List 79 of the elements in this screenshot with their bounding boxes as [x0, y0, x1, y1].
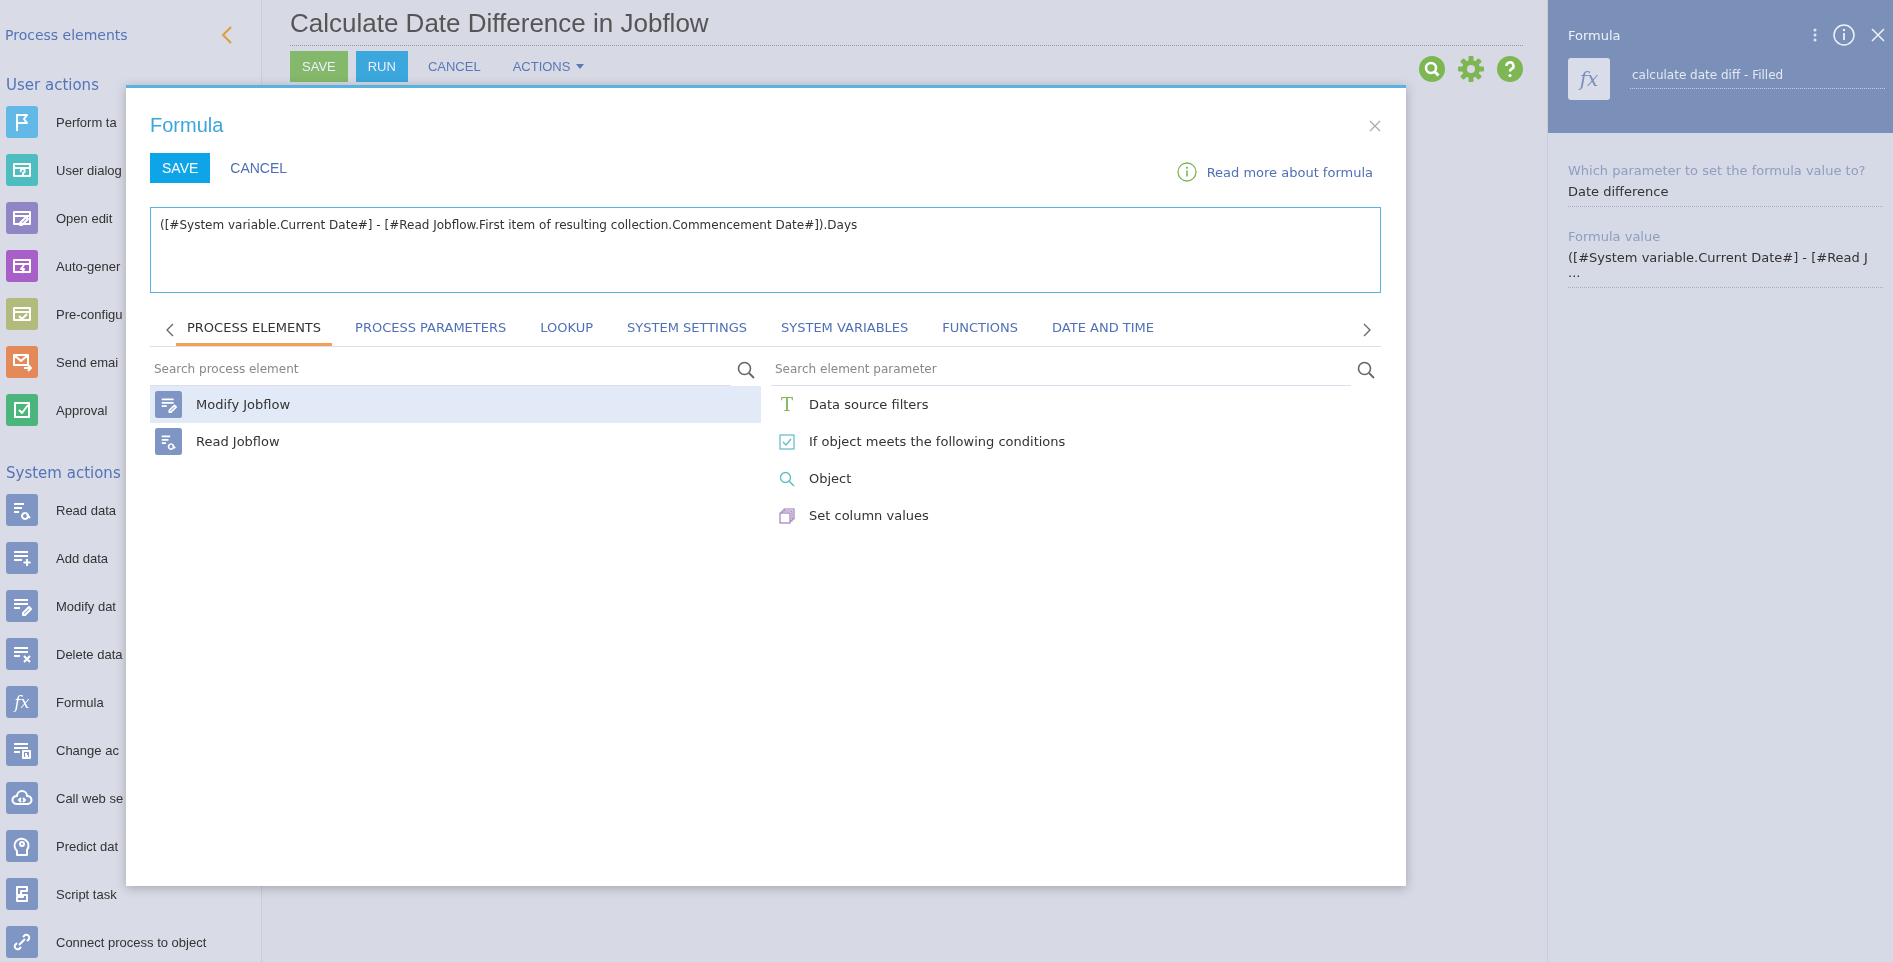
element-label[interactable]: Open edit [56, 210, 113, 226]
element-icon[interactable] [6, 202, 38, 234]
element-icon[interactable] [6, 878, 38, 910]
element-icon[interactable] [6, 250, 38, 282]
search-icon[interactable] [1357, 360, 1375, 379]
group-heading: System actions [5, 464, 122, 482]
element-label[interactable]: Read data [56, 502, 116, 518]
parameter-label[interactable]: If object meets the following conditions [809, 434, 1066, 449]
search-icon[interactable] [737, 360, 755, 379]
element-label[interactable]: Delete data [56, 646, 123, 662]
info-icon[interactable] [1833, 24, 1855, 46]
tab[interactable]: DATE AND TIME [1041, 313, 1165, 346]
element-label[interactable]: Approval [56, 402, 108, 418]
chevron-left-icon[interactable] [166, 322, 174, 337]
element-label[interactable]: Call web se [56, 790, 124, 806]
close-icon[interactable] [1369, 119, 1381, 132]
help-icon[interactable] [1497, 55, 1523, 82]
element-label[interactable]: Send emai [56, 354, 119, 370]
field-label: Formula value [1568, 229, 1662, 244]
element-label[interactable]: Modify dat [56, 598, 116, 614]
group-heading: User actions [5, 76, 100, 94]
value-field[interactable]: Date difference [1568, 184, 1883, 207]
element-label[interactable]: Auto-gener [56, 258, 121, 274]
element-icon[interactable] [6, 590, 38, 622]
panel-title: Process elements [5, 27, 128, 43]
element-label[interactable]: User dialog [56, 162, 122, 178]
field-label: Which parameter to set the formula value to? [1568, 163, 1867, 178]
element-icon [155, 391, 182, 418]
element-label[interactable]: Formula [56, 694, 104, 710]
checkbox-icon [779, 433, 795, 450]
page-title: Calculate Date Difference in Jobflow [290, 0, 1523, 46]
element-label[interactable]: Script task [56, 886, 117, 902]
help-link[interactable]: Read more about formula [1206, 164, 1373, 180]
element-label[interactable]: Predict dat [56, 838, 119, 854]
chevron-right-icon[interactable] [1363, 322, 1371, 337]
element-label[interactable]: Connect process to object [56, 934, 207, 950]
tab[interactable]: PROCESS ELEMENTS [176, 313, 333, 346]
element-icon[interactable] [6, 638, 38, 670]
element-icon[interactable] [6, 106, 38, 138]
search-field[interactable]: Search element parameter [771, 353, 1351, 386]
element-icon [155, 428, 182, 455]
element-icon[interactable] [6, 494, 38, 526]
element-icon[interactable] [6, 154, 38, 186]
element-icon[interactable] [6, 346, 38, 378]
element-row[interactable]: Read Jobflow [150, 423, 761, 460]
panel-title: Formula [1568, 27, 1621, 43]
parameter-label[interactable]: Object [809, 471, 852, 486]
dialog-button[interactable]: CANCEL [218, 153, 300, 183]
info-icon [1176, 162, 1197, 182]
element-icon[interactable] [6, 734, 38, 766]
magnifier-icon [779, 470, 795, 487]
more-icon[interactable] [1813, 28, 1817, 42]
dialog-title: Formula [150, 114, 224, 137]
element-label[interactable]: Perform ta [56, 114, 117, 130]
tab[interactable]: LOOKUP [529, 313, 605, 346]
caret-icon[interactable] [576, 64, 585, 69]
tab[interactable]: FUNCTIONS [931, 313, 1030, 346]
parameter-label[interactable]: Set column values [809, 508, 929, 523]
formula-field[interactable]: ([#System variable.Current Date#] - [#Read Jobflow.First item of resulting collection.Commencement Date#]).Days [150, 207, 1381, 293]
element-row[interactable]: Modify Jobflow [150, 386, 761, 423]
tab[interactable]: SYSTEM SETTINGS [616, 313, 758, 346]
element-label[interactable]: Change ac [56, 742, 119, 758]
settings-icon[interactable] [1458, 55, 1484, 82]
tab[interactable]: PROCESS PARAMETERS [344, 313, 518, 346]
formula-icon: fx [1568, 58, 1610, 100]
tab[interactable]: SYSTEM VARIABLES [770, 313, 920, 346]
element-icon[interactable] [6, 394, 38, 426]
value-field[interactable]: ([#System variable.Current Date#] - [#Read J ... [1568, 250, 1883, 288]
element-label[interactable]: Pre-configu [56, 306, 123, 322]
stacked-squares-icon [779, 507, 795, 524]
search-icon[interactable] [1419, 55, 1445, 82]
element-icon[interactable] [6, 298, 38, 330]
parameter-label[interactable]: Data source filters [809, 397, 929, 412]
element-icon[interactable] [6, 782, 38, 814]
element-icon[interactable] [6, 926, 38, 958]
element-icon[interactable] [6, 542, 38, 574]
text-icon: T [779, 394, 795, 415]
element-label[interactable]: Add data [56, 550, 109, 566]
element-icon[interactable] [6, 830, 38, 862]
